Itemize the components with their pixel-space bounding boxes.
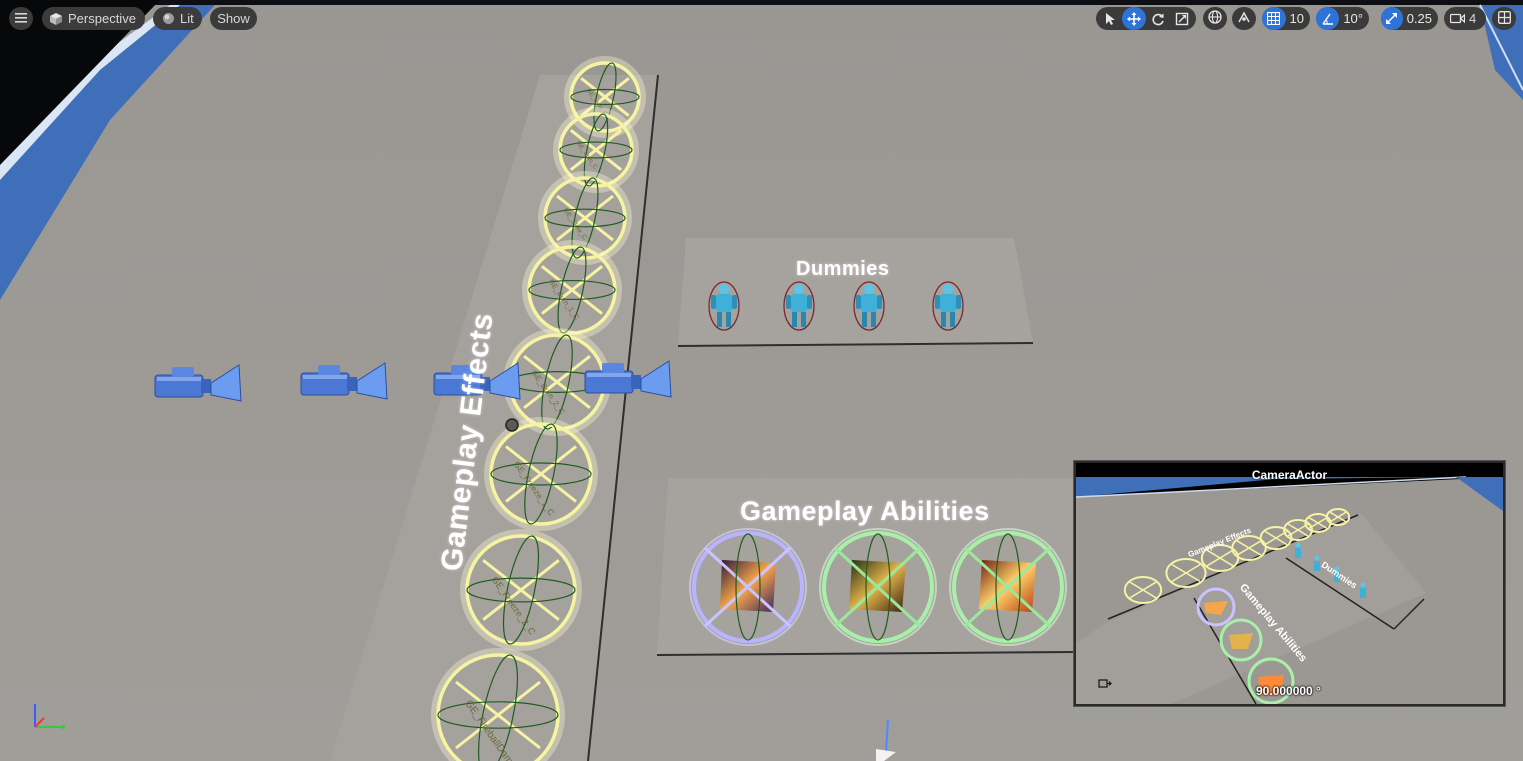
lit-sphere-icon xyxy=(162,12,175,25)
translate-tool-button[interactable] xyxy=(1122,7,1146,30)
grid-snap-group[interactable]: 10 xyxy=(1262,7,1310,30)
scale-snap-toggle[interactable] xyxy=(1381,7,1403,30)
actor-marker-icon xyxy=(505,418,519,432)
coordinate-system-button[interactable] xyxy=(1203,7,1227,30)
angle-icon xyxy=(1321,12,1334,25)
grid-snap-toggle[interactable] xyxy=(1262,7,1286,30)
select-tool-button[interactable] xyxy=(1098,7,1122,30)
cube-icon xyxy=(49,12,63,26)
globe-icon xyxy=(1208,10,1222,27)
rotate-tool-button[interactable] xyxy=(1146,7,1170,30)
rotation-snap-toggle[interactable] xyxy=(1316,7,1340,30)
scale-snap-value[interactable]: 0.25 xyxy=(1403,11,1438,26)
rotate-icon xyxy=(1151,12,1165,26)
hamburger-menu-icon xyxy=(15,11,27,26)
transform-tools-group xyxy=(1096,7,1196,30)
view-mode-button[interactable]: Perspective xyxy=(42,7,145,30)
abilities-title: Gameplay Abilities xyxy=(740,496,990,526)
surface-snapping-button[interactable] xyxy=(1232,7,1256,30)
camera-preview-scene xyxy=(1076,463,1503,704)
pip-dummy xyxy=(1360,582,1366,598)
view-mode-label: Perspective xyxy=(68,11,136,26)
surface-snap-icon xyxy=(1237,10,1251,27)
camera-preview-title: CameraActor xyxy=(1251,468,1328,482)
pin-icon xyxy=(1098,677,1112,694)
grid-snap-value[interactable]: 10 xyxy=(1286,11,1310,26)
move-arrows-icon xyxy=(1127,11,1141,26)
lighting-mode-label: Lit xyxy=(180,11,194,26)
grid-icon xyxy=(1267,12,1281,25)
viewport-layout-button[interactable] xyxy=(1492,7,1516,30)
lighting-mode-button[interactable]: Lit xyxy=(153,7,202,30)
cursor-arrow-icon xyxy=(1104,12,1116,26)
level-viewport[interactable]: GE_Heal_C GE_Stun_C GE_Slow_C GE_Burn_1_C GE… xyxy=(0,0,1523,761)
camera-speed-button[interactable]: 4 xyxy=(1444,7,1486,30)
camera-speed-value: 4 xyxy=(1469,11,1477,26)
camera-icon xyxy=(1450,13,1465,24)
scale-icon xyxy=(1175,12,1189,26)
scale-arrow-icon xyxy=(1385,12,1398,25)
viewport-options-menu[interactable] xyxy=(9,7,33,30)
pip-dummy xyxy=(1295,542,1301,558)
show-flags-button[interactable]: Show xyxy=(210,7,257,30)
dummies-panel xyxy=(678,238,1033,346)
show-flags-label: Show xyxy=(217,11,250,26)
rotation-snap-group[interactable]: 10° xyxy=(1316,7,1369,30)
rotation-snap-value[interactable]: 10° xyxy=(1339,11,1369,26)
layout-grid-icon xyxy=(1497,10,1511,27)
pip-dummy xyxy=(1314,555,1320,571)
scale-snap-group[interactable]: 0.25 xyxy=(1381,7,1438,30)
camera-preview-window[interactable]: CameraActor Gameplay Effects Dummies Gam… xyxy=(1074,461,1505,706)
pin-preview-button[interactable] xyxy=(1098,677,1112,689)
scale-tool-button[interactable] xyxy=(1170,7,1194,30)
dummies-title: Dummies xyxy=(796,258,890,280)
camera-fov-readout: 90.000000 ° xyxy=(1256,684,1321,698)
